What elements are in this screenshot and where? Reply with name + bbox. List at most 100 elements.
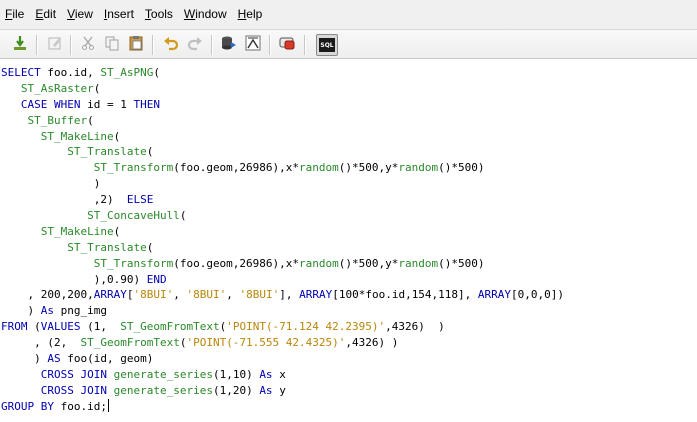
menu-window[interactable]: Window xyxy=(179,0,233,29)
code-token: random xyxy=(299,256,339,270)
menu-help[interactable]: Help xyxy=(233,0,269,29)
redo-icon xyxy=(187,35,203,55)
menu-insert[interactable]: Insert xyxy=(99,0,140,29)
sql-editor[interactable]: SELECT foo.id, ST_AsPNG( ST_AsRaster( CA… xyxy=(0,60,697,422)
code-line: GROUP BY foo.id; xyxy=(1,398,564,415)
execute-button[interactable] xyxy=(9,34,31,56)
code-token: y* xyxy=(385,256,399,270)
menu-bar: File Edit View Insert Tools Window Help xyxy=(0,0,697,29)
code-token: , 200,200, xyxy=(1,288,94,302)
code-line: ST_AsRaster( xyxy=(1,81,564,97)
code-token: (1, xyxy=(87,320,121,334)
code-token: VALUES xyxy=(40,320,88,334)
code-token: generate_series xyxy=(113,383,213,397)
code-line: ST_Transform(foo.geom,26986),x*random()*… xyxy=(1,160,564,176)
code-token: (1,10) xyxy=(212,367,260,381)
explain-icon xyxy=(245,35,261,55)
code-token: GROUP BY xyxy=(1,399,61,413)
code-token: ST_GeomFromText xyxy=(80,336,180,350)
code-token: ST_Translate xyxy=(67,145,147,159)
menu-edit[interactable]: Edit xyxy=(30,0,62,29)
copy-button[interactable] xyxy=(101,34,123,56)
code-line: ST_MakeLine( xyxy=(1,224,564,240)
code-token: ) xyxy=(1,304,41,318)
code-token: ST_ConcaveHull xyxy=(87,209,180,223)
undo-icon xyxy=(163,35,179,55)
code-line: , (2, ST_GeomFromText('POINT(-71.555 42.… xyxy=(1,335,564,351)
code-token: ( xyxy=(153,66,160,79)
copy-icon xyxy=(104,35,120,55)
sql-code: SELECT foo.id, ST_AsPNG( ST_AsRaster( CA… xyxy=(1,65,564,415)
code-line: ST_MakeLine( xyxy=(1,129,564,145)
code-token: y xyxy=(279,383,286,397)
code-token: ELSE xyxy=(126,193,154,207)
cut-button[interactable] xyxy=(77,34,99,56)
code-token: '8BUI' xyxy=(239,288,280,302)
code-line: ST_Buffer( xyxy=(1,113,564,129)
edit-button[interactable] xyxy=(44,34,66,56)
redo-button[interactable] xyxy=(184,34,206,56)
code-line: SELECT foo.id, ST_AsPNG( xyxy=(1,65,564,81)
code-line: CASE WHEN id = 1 THEN xyxy=(1,97,564,113)
code-line: CROSS JOIN generate_series(1,10) As x xyxy=(1,367,564,383)
code-token: ()*500) xyxy=(438,256,485,270)
code-line: ST_Transform(foo.geom,26986),x*random()*… xyxy=(1,256,564,272)
code-line: ),0.90) END xyxy=(1,272,564,288)
code-token: THEN xyxy=(133,97,160,111)
code-line: , 200,200,ARRAY['8BUI', '8BUI', '8BUI'],… xyxy=(1,287,564,303)
code-token: ,2) xyxy=(1,193,127,207)
code-token: As xyxy=(259,383,280,397)
code-token: ()*500) xyxy=(438,161,485,175)
code-token: SELECT xyxy=(1,66,48,79)
database-run-button[interactable] xyxy=(218,34,240,56)
edit-icon xyxy=(47,35,63,55)
code-token: '8BUI' xyxy=(186,288,227,302)
code-token: generate_series xyxy=(113,367,213,381)
code-token: ST_MakeLine xyxy=(40,129,114,143)
execute-icon xyxy=(12,35,28,55)
code-token: random xyxy=(398,256,439,270)
code-line: ST_ConcaveHull( xyxy=(1,208,564,224)
code-line: ,2) ELSE xyxy=(1,192,564,208)
sql-button[interactable]: SQL xyxy=(316,34,338,56)
code-token: ,4326) ) xyxy=(345,336,399,350)
menu-file[interactable]: File xyxy=(0,0,30,29)
code-token: ( xyxy=(146,240,154,254)
code-token: ST_GeomFromText xyxy=(120,320,220,334)
code-token: ST_MakeLine xyxy=(40,224,114,238)
code-token: CROSS JOIN xyxy=(40,383,114,397)
code-token: ARRAY xyxy=(93,288,127,302)
code-token: random xyxy=(398,161,439,175)
explain-button[interactable] xyxy=(242,34,264,56)
code-token: [0,0,0]) xyxy=(511,288,565,302)
code-token: FROM xyxy=(1,320,35,334)
paste-icon xyxy=(128,35,144,55)
paste-button[interactable] xyxy=(125,34,147,56)
text-caret xyxy=(107,398,109,412)
code-token: random xyxy=(299,161,339,175)
code-token: ], xyxy=(279,288,300,302)
code-token: ),0.90) xyxy=(1,272,147,286)
menu-tools[interactable]: Tools xyxy=(140,0,179,29)
code-token: CROSS JOIN xyxy=(40,367,114,381)
code-token: ( xyxy=(34,320,41,334)
code-token: ST_Transform xyxy=(93,161,174,175)
code-token: id = 1 xyxy=(87,97,134,111)
code-token: ST_Buffer xyxy=(27,113,88,127)
menu-view[interactable]: View xyxy=(62,0,99,29)
clear-button[interactable] xyxy=(276,34,298,56)
code-token: ) xyxy=(1,177,101,191)
undo-button[interactable] xyxy=(160,34,182,56)
code-token: ( xyxy=(113,129,121,143)
clear-icon xyxy=(279,35,295,55)
code-token: ( xyxy=(87,113,94,127)
